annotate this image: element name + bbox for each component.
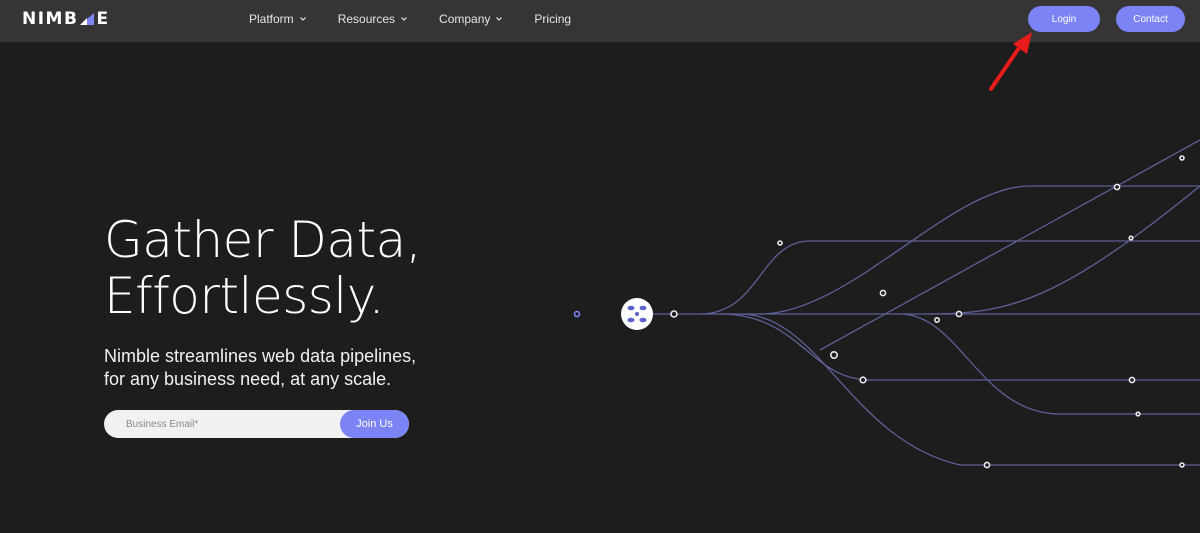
- nav-item-label: Resources: [337, 12, 396, 26]
- login-button[interactable]: Login: [1028, 6, 1100, 32]
- data-pipeline-graphic: [455, 139, 1200, 469]
- main-nav: Platform Resources Company Pricing: [249, 0, 602, 38]
- hero-subtitle-line2: for any business need, at any scale.: [104, 369, 392, 389]
- hero-subtitle-line1: Nimble streamlines web data pipelines,: [104, 346, 417, 366]
- nav-item-platform[interactable]: Platform: [249, 12, 307, 26]
- hero-title-line2: Effortlessly.: [104, 267, 385, 325]
- nav-item-pricing[interactable]: Pricing: [534, 12, 571, 26]
- hero-title: Gather Data, Effortlessly.: [104, 211, 422, 325]
- hero-subtitle: Nimble streamlines web data pipelines, f…: [104, 345, 416, 391]
- nimble-logo[interactable]: NIMB E: [22, 9, 110, 29]
- nav-item-resources[interactable]: Resources: [338, 12, 408, 26]
- join-us-button[interactable]: Join Us: [340, 410, 409, 438]
- logo-text-left: NIMB: [22, 9, 79, 29]
- contact-button[interactable]: Contact: [1116, 6, 1185, 32]
- nav-item-label: Company: [439, 12, 491, 26]
- nav-item-label: Platform: [249, 12, 294, 26]
- nimble-hub-icon: [621, 298, 653, 330]
- business-email-input[interactable]: [104, 410, 340, 438]
- red-arrow-icon: [989, 32, 1032, 91]
- chevron-down-icon: [299, 17, 306, 21]
- logo-text-right: E: [96, 9, 110, 29]
- chevron-down-icon: [496, 17, 503, 21]
- nav-item-company[interactable]: Company: [439, 12, 503, 26]
- chevron-down-icon: [401, 17, 407, 21]
- hero-title-line1: Gather Data,: [104, 211, 422, 269]
- nav-item-label: Pricing: [534, 12, 572, 26]
- logo-triangle-icon: [80, 13, 95, 25]
- signup-form: Join Us: [104, 410, 409, 438]
